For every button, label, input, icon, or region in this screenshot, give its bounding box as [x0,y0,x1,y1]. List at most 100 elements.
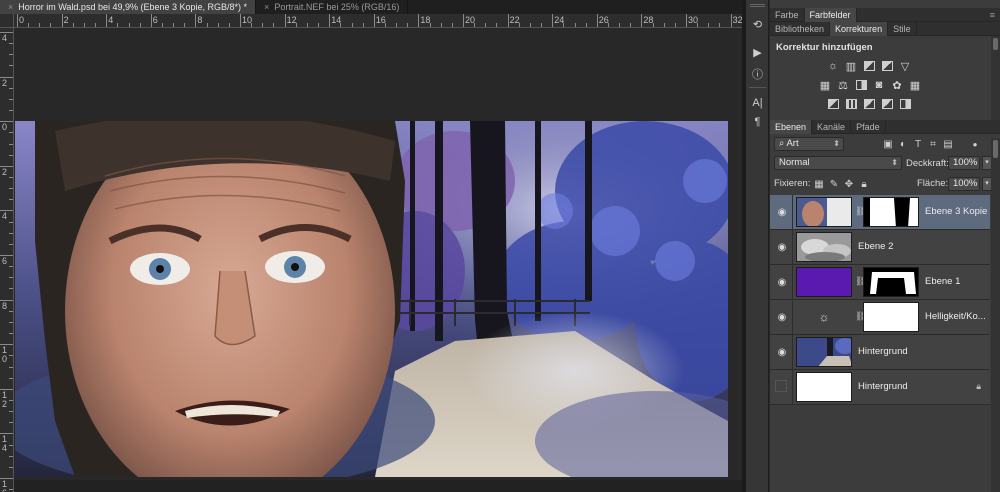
eye-icon[interactable]: ◉ [775,240,789,254]
lock-all-icon[interactable]: 🔒︎ [858,177,870,191]
tab-kanaele[interactable]: Kanäle [812,120,852,134]
ruler-tick [574,23,576,27]
layer-thumbnail[interactable] [796,232,852,262]
ruler-tick [9,366,13,368]
document-canvas-image[interactable] [15,121,728,477]
tab-korrekturen[interactable]: Korrekturen [830,22,889,36]
lock-pixels-icon[interactable]: ✎ [828,177,840,191]
panel-menu-icon[interactable]: ≡ [990,10,995,20]
selective-color-icon[interactable] [898,97,912,111]
blend-mode-select[interactable]: Normal ⬍ [774,156,902,170]
layer-mask-thumbnail[interactable] [863,197,919,227]
forest-thumbnail [797,338,851,366]
layer-name[interactable]: Helligkeit/Ko... [925,311,986,322]
lock-position-icon[interactable]: ✥ [843,177,855,191]
layer-row-ebene-2[interactable]: ◉ Ebene 2 [770,230,990,265]
filter-pixel-icon[interactable]: ▣ [882,137,894,151]
paragraph-icon[interactable]: ¶ [749,114,766,130]
channel-mixer-icon[interactable]: ✿ [890,78,904,92]
horizontal-scrollbar[interactable] [14,480,742,492]
horizontal-ruler[interactable]: 0 2 4 6 8 10 12 14 16 18 20 22 24 26 28 30 32 [14,14,742,28]
layer-filter-kind-select[interactable]: ⌕ Art ⬍ [774,137,844,151]
layer-row-ebene-1[interactable]: ◉ ⛓︎ Ebene 1 [770,265,990,300]
ruler-origin[interactable] [0,14,14,28]
layer-thumbnail[interactable] [796,197,852,227]
eye-icon[interactable]: ◉ [775,345,789,359]
layer-thumbnail[interactable] [796,267,852,297]
layer-row-ebene-3-kopie[interactable]: ◉ ⛓︎ Ebene 3 Kopie [770,195,990,230]
layers-scrollbar[interactable] [991,138,1000,492]
scroll-thumb[interactable] [993,38,998,50]
tab-bibliotheken[interactable]: Bibliotheken [770,22,831,36]
layer-name[interactable]: Ebene 2 [858,241,893,252]
layer-name[interactable]: Ebene 1 [925,276,960,287]
black-white-icon[interactable] [854,78,868,92]
vibrance-icon[interactable]: ▽ [898,59,912,73]
exposure-icon[interactable] [880,59,894,73]
ruler-tick [9,355,13,357]
actions-icon[interactable]: ▶ [749,44,766,60]
filter-type-icon[interactable]: T [912,137,924,151]
tab-farbfelder[interactable]: Farbfelder [804,8,857,22]
layer-thumbnail[interactable] [796,372,852,402]
character-icon[interactable]: A| [749,95,766,111]
document-tab-horror[interactable]: × Horror im Wald.psd bei 49,9% (Ebene 3 … [0,0,257,14]
history-icon[interactable]: ⟲ [749,16,766,32]
tab-farbe[interactable]: Farbe [770,8,805,22]
opacity-input[interactable]: 100% [948,156,980,170]
filter-toggle-icon[interactable]: ● [969,137,981,151]
layer-mask-thumbnail[interactable] [863,267,919,297]
grip-icon[interactable] [750,4,765,7]
ruler-tick [195,14,197,27]
ruler-tick [9,232,13,234]
vertical-ruler[interactable]: 420246810121416 [0,28,14,492]
lock-transparency-icon[interactable]: ▦ [813,177,825,191]
info-icon[interactable]: ⓘ [749,66,766,82]
hue-saturation-icon[interactable]: ▦ [818,78,832,92]
layer-name[interactable]: Ebene 3 Kopie [925,206,987,217]
ruler-tick [9,154,13,156]
layer-row-hintergrund[interactable]: ◉ Hintergrund [770,335,990,370]
threshold-icon[interactable] [862,97,876,111]
fill-input[interactable]: 100% [948,177,980,191]
visibility-toggle[interactable] [775,380,787,392]
photo-filter-icon[interactable]: ◙ [872,78,886,92]
layer-name[interactable]: Hintergrund [858,346,908,357]
color-balance-icon[interactable]: ⚖ [836,78,850,92]
color-lookup-icon[interactable]: ▦ [908,78,922,92]
posterize-icon[interactable] [844,97,858,111]
eye-icon[interactable]: ◉ [775,205,789,219]
gradient-map-icon[interactable] [880,97,894,111]
ruler-tick [708,23,710,27]
layer-row-hintergrund-locked[interactable]: Hintergrund 🔒︎ [770,370,990,405]
ruler-tick [295,23,297,27]
layer-thumbnail[interactable] [796,337,852,367]
close-tab-icon[interactable]: × [264,0,269,14]
layer-name[interactable]: Hintergrund [858,381,908,392]
brightness-icon[interactable]: ☼ [826,59,840,73]
brightness-icon[interactable]: ☼ [796,302,852,332]
ruler-number: 32 [732,15,742,25]
scroll-thumb[interactable] [993,140,998,158]
invert-icon[interactable] [826,97,840,111]
ruler-tick [9,143,13,145]
ruler-tick [652,23,654,27]
ruler-tick [95,23,97,27]
curves-icon[interactable] [862,59,876,73]
close-tab-icon[interactable]: × [8,0,13,14]
levels-icon[interactable]: ▥ [844,59,858,73]
tab-ebenen[interactable]: Ebenen [770,120,813,134]
filter-smart-object-icon[interactable]: ▤ [942,137,954,151]
eye-icon[interactable]: ◉ [775,310,789,324]
layer-mask-thumbnail[interactable] [863,302,919,332]
filter-adjustment-icon[interactable]: ◐ [897,137,909,151]
adjustments-scrollbar[interactable] [991,36,1000,120]
canvas-workarea[interactable] [14,28,742,492]
tab-stile[interactable]: Stile [888,22,917,36]
layer-row-helligkeit-kontrast[interactable]: ◉ ☼ ⛓︎ Helligkeit/Ko... [770,300,990,335]
document-tab-portrait[interactable]: × Portrait.NEF bei 25% (RGB/16) [256,0,409,14]
ruler-tick [9,132,13,134]
tab-pfade[interactable]: Pfade [851,120,886,134]
filter-shape-icon[interactable]: ⌗ [927,137,939,151]
eye-icon[interactable]: ◉ [775,275,789,289]
